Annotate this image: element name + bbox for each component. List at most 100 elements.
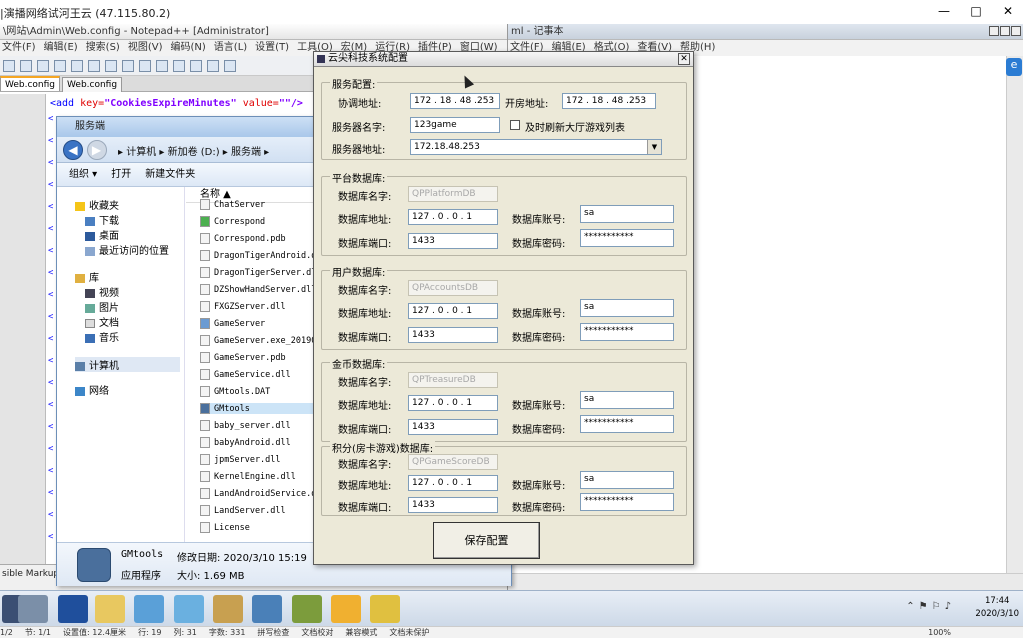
powershell-icon[interactable]: [58, 595, 88, 623]
db-port-field[interactable]: 1433: [408, 497, 498, 513]
notepad-close-button[interactable]: [1011, 26, 1021, 36]
tab-web-config-1[interactable]: Web.config: [0, 76, 61, 91]
close-button[interactable]: ✕: [999, 4, 1017, 18]
save-icon[interactable]: [37, 60, 49, 72]
notepad-icon[interactable]: [174, 595, 204, 623]
file-item[interactable]: FXGZServer.dll: [200, 301, 286, 312]
nav-libraries[interactable]: 库: [75, 269, 99, 284]
db-name-field[interactable]: QPPlatformDB: [408, 186, 498, 202]
file-item[interactable]: Correspond: [200, 216, 265, 227]
cloud-app-icon[interactable]: [134, 595, 164, 623]
replace-icon[interactable]: [207, 60, 219, 72]
nav-pictures[interactable]: 图片: [85, 299, 119, 314]
minimize-button[interactable]: —: [935, 4, 953, 18]
file-item[interactable]: KernelEngine.dll: [200, 471, 296, 482]
find-icon[interactable]: [190, 60, 202, 72]
print-icon[interactable]: [88, 60, 100, 72]
db-account-field[interactable]: sa: [580, 471, 674, 489]
menu-search[interactable]: 搜索(S): [86, 42, 120, 53]
menu-settings[interactable]: 设置(T): [255, 42, 289, 53]
file-item[interactable]: GameService.dll: [200, 369, 291, 380]
server-manager-icon[interactable]: [18, 595, 48, 623]
zoom-level[interactable]: 100%: [928, 627, 951, 638]
folder-app-icon[interactable]: [331, 595, 361, 623]
chevron-down-icon[interactable]: ▼: [647, 140, 661, 154]
menu-language[interactable]: 语言(L): [214, 42, 247, 53]
open-button[interactable]: 打开: [111, 169, 131, 180]
db-password-field[interactable]: ***********: [580, 229, 674, 247]
db-port-field[interactable]: 1433: [408, 327, 498, 343]
nav-videos[interactable]: 视频: [85, 284, 119, 299]
back-arrow-icon[interactable]: ◀: [63, 140, 83, 160]
clock[interactable]: 17:44 2020/3/10: [975, 595, 1019, 621]
db-password-field[interactable]: ***********: [580, 415, 674, 433]
file-explorer-icon[interactable]: [95, 595, 125, 623]
refresh-list-checkbox[interactable]: [510, 120, 520, 130]
notepad-vertical-scrollbar[interactable]: [1006, 56, 1023, 590]
file-item[interactable]: DragonTigerAndroid.dll: [200, 250, 327, 261]
db-account-field[interactable]: sa: [580, 391, 674, 409]
system-tray[interactable]: ⌃⚑⚐♪: [906, 601, 955, 612]
undo-icon[interactable]: [156, 60, 168, 72]
db-name-field[interactable]: QPGameScoreDB: [408, 454, 498, 470]
network-app-icon[interactable]: [252, 595, 282, 623]
save-all-icon[interactable]: [54, 60, 66, 72]
db-addr-field[interactable]: 127 . 0 . 0 . 1: [408, 475, 498, 491]
notepad-horizontal-scrollbar[interactable]: [508, 573, 1023, 590]
db-password-field[interactable]: ***********: [580, 323, 674, 341]
menu-encoding[interactable]: 编码(N): [171, 42, 206, 53]
file-item[interactable]: LandServer.dll: [200, 505, 286, 516]
db-addr-field[interactable]: 127 . 0 . 0 . 1: [408, 395, 498, 411]
new-file-icon[interactable]: [3, 60, 15, 72]
paste-icon[interactable]: [139, 60, 151, 72]
file-item[interactable]: GMtools.DAT: [200, 386, 270, 397]
notepad-minimize-button[interactable]: [989, 26, 999, 36]
proofread-status[interactable]: 文档校对: [301, 628, 333, 637]
config-close-button[interactable]: ✕: [678, 53, 690, 65]
nav-recent[interactable]: 最近访问的位置: [85, 242, 169, 257]
db-account-field[interactable]: sa: [580, 299, 674, 317]
nav-downloads[interactable]: 下载: [85, 212, 119, 227]
coord-addr-field[interactable]: 172 . 18 . 48 .253: [410, 93, 500, 109]
redo-icon[interactable]: [173, 60, 185, 72]
open-file-icon[interactable]: [20, 60, 32, 72]
nav-network[interactable]: 网络: [75, 382, 109, 397]
computer-app-icon[interactable]: [370, 595, 400, 623]
server-addr-select[interactable]: 172.18.48.253 ▼: [410, 139, 662, 155]
notepad-maximize-button[interactable]: [1000, 26, 1010, 36]
organize-button[interactable]: 组织 ▾: [69, 169, 97, 180]
internet-explorer-icon[interactable]: e: [1006, 58, 1022, 76]
file-item[interactable]: DZShowHandServer.dll: [200, 284, 316, 295]
db-addr-field[interactable]: 127 . 0 . 0 . 1: [408, 303, 498, 319]
menu-file[interactable]: 文件(F): [2, 42, 36, 53]
room-addr-field[interactable]: 172 . 18 . 48 .253: [562, 93, 656, 109]
zoom-icon[interactable]: [224, 60, 236, 72]
db-port-field[interactable]: 1433: [408, 233, 498, 249]
file-item[interactable]: Correspond.pdb: [200, 233, 286, 244]
nav-favorites[interactable]: 收藏夹: [75, 197, 119, 212]
copy-icon[interactable]: [122, 60, 134, 72]
chart-app-icon[interactable]: [292, 595, 322, 623]
db-addr-field[interactable]: 127 . 0 . 0 . 1: [408, 209, 498, 225]
nav-computer[interactable]: 计算机: [75, 357, 180, 372]
file-item[interactable]: jpmServer.dll: [200, 454, 281, 465]
file-item[interactable]: License: [200, 522, 250, 533]
file-item[interactable]: GameServer: [200, 318, 265, 329]
menu-edit[interactable]: 编辑(E): [44, 42, 78, 53]
tab-web-config-2[interactable]: Web.config: [62, 77, 123, 92]
file-item[interactable]: GameServer.exe_201907: [200, 335, 321, 346]
file-item[interactable]: DragonTigerServer.dll: [200, 267, 321, 278]
server-name-field[interactable]: 123game: [410, 117, 500, 133]
close-icon[interactable]: [71, 60, 83, 72]
menu-view[interactable]: 视图(V): [128, 42, 163, 53]
file-item[interactable]: ChatServer: [200, 199, 265, 210]
file-item[interactable]: GameServer.pdb: [200, 352, 286, 363]
nav-music[interactable]: 音乐: [85, 329, 119, 344]
spell-check-status[interactable]: 拼写检查: [257, 628, 289, 637]
file-item[interactable]: baby_server.dll: [200, 420, 291, 431]
file-item[interactable]: babyAndroid.dll: [200, 437, 291, 448]
maximize-button[interactable]: □: [967, 4, 985, 18]
save-config-button[interactable]: 保存配置: [433, 522, 540, 559]
file-item[interactable]: LandAndroidService.dll: [200, 488, 327, 499]
db-password-field[interactable]: ***********: [580, 493, 674, 511]
